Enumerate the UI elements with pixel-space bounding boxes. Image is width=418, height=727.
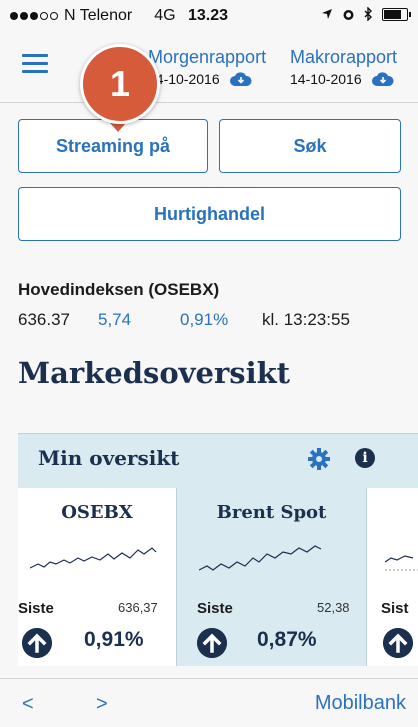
mobilbank-link[interactable]: Mobilbank	[315, 692, 406, 715]
card-percent: 0,87%	[257, 628, 317, 651]
morgenrapport-title: Morgenrapport	[148, 47, 267, 67]
morgenrapport-link[interactable]: Morgenrapport 14-10-2016	[148, 47, 266, 87]
status-bar: N Telenor 4G 13.23	[0, 0, 418, 32]
card-title: Brent Spot	[216, 502, 327, 523]
signal-strength-icon	[10, 12, 58, 20]
location-arrow-icon	[322, 9, 332, 19]
makrorapport-date: 14-10-2016	[290, 71, 362, 87]
index-time: kl. 13:23:55	[262, 310, 350, 329]
index-value: 636.37	[18, 310, 70, 329]
callout-badge: 1	[80, 44, 160, 124]
network-type: 4G	[154, 7, 176, 24]
search-button[interactable]: Søk	[219, 119, 401, 173]
panel-title: Min oversikt	[38, 446, 180, 470]
siste-label: Siste	[18, 600, 54, 617]
market-card-partial[interactable]: Sist	[366, 488, 418, 666]
cloud-download-icon[interactable]	[371, 72, 394, 86]
card-title: OSEBX	[61, 502, 133, 523]
back-button[interactable]: <	[22, 693, 34, 716]
arrow-up-circle-icon	[22, 628, 52, 658]
arrow-up-circle-icon	[383, 628, 413, 658]
siste-label: Siste	[197, 600, 233, 617]
battery-icon	[382, 7, 411, 21]
quick-trade-button[interactable]: Hurtighandel	[18, 187, 401, 241]
market-card-osebx[interactable]: OSEBX Siste 636,37 0,91%	[18, 488, 176, 666]
bluetooth-icon	[364, 7, 372, 21]
index-row: 636.37 5,74 0,91% kl. 13:23:55	[18, 310, 350, 330]
section-title: Markedsoversikt	[18, 356, 291, 390]
app-header: Morgenrapport 14-10-2016 Makrorapport 14…	[0, 32, 418, 103]
info-icon[interactable]: i	[355, 448, 375, 468]
index-change: 5,74	[98, 310, 132, 329]
hamburger-icon[interactable]	[22, 54, 48, 74]
index-percent: 0,91%	[180, 310, 229, 329]
makrorapport-title: Makrorapport	[290, 47, 398, 67]
sparkline-chart	[30, 547, 157, 569]
gear-icon[interactable]	[308, 448, 330, 470]
alarm-icon	[343, 9, 354, 20]
forward-button[interactable]: >	[96, 693, 108, 716]
sparkline-chart	[199, 545, 322, 571]
arrow-up-circle-icon	[197, 628, 227, 658]
cloud-download-icon[interactable]	[229, 72, 252, 86]
siste-value: 636,37	[118, 600, 158, 615]
status-time: 13.23	[188, 7, 229, 24]
carrier-name: N Telenor	[64, 7, 133, 24]
bottom-toolbar: < > Mobilbank	[0, 678, 418, 727]
carrier-info: N Telenor 4G	[10, 7, 176, 25]
siste-value: 52,38	[317, 600, 350, 615]
index-title: Hovedindeksen (OSEBX)	[18, 280, 220, 299]
sparkline-chart	[385, 555, 418, 571]
makrorapport-link[interactable]: Makrorapport 14-10-2016	[290, 47, 397, 87]
card-percent: 0,91%	[84, 628, 144, 651]
market-overview-panel: Min oversikt i OSEBX Siste 636,37 0,91% …	[18, 433, 418, 666]
status-icons	[321, 7, 411, 21]
siste-label: Sist	[381, 600, 409, 617]
market-card-brent-spot[interactable]: Brent Spot Siste 52,38 0,87%	[176, 488, 366, 666]
